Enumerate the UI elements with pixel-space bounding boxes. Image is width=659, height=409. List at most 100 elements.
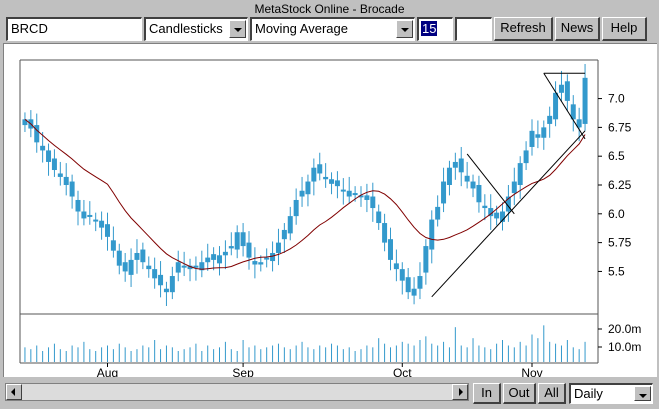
candle-body bbox=[122, 262, 128, 272]
indicator-value: Moving Average bbox=[255, 21, 348, 36]
help-button[interactable]: Help bbox=[602, 17, 647, 41]
candle-body bbox=[393, 263, 399, 270]
candle-body bbox=[405, 277, 411, 293]
volume-tick-label: 10.0m bbox=[608, 340, 641, 354]
candle-body bbox=[399, 269, 405, 281]
news-button[interactable]: News bbox=[555, 17, 600, 41]
period-input[interactable]: 15 bbox=[417, 17, 453, 41]
price-tick-label: 6.25 bbox=[608, 178, 632, 192]
candle-body bbox=[234, 232, 240, 250]
zoom-in-button[interactable]: In bbox=[473, 383, 501, 404]
candle-body bbox=[275, 242, 281, 253]
candle-body bbox=[523, 150, 529, 164]
candle-body bbox=[146, 265, 152, 270]
candle-body bbox=[75, 199, 81, 212]
show-all-button[interactable]: All bbox=[538, 383, 566, 404]
indicator-select[interactable]: Moving Average bbox=[250, 17, 415, 41]
candle-body bbox=[217, 255, 223, 264]
month-tick-label: Sep bbox=[232, 366, 254, 377]
candle-body bbox=[305, 181, 311, 195]
candle-body bbox=[429, 219, 435, 250]
scroll-left-arrow-icon[interactable] bbox=[6, 384, 22, 400]
volume-tick-label: 20.0m bbox=[608, 322, 641, 336]
periodicity-select[interactable]: Daily bbox=[569, 383, 653, 404]
candle-body bbox=[564, 81, 570, 101]
refresh-button[interactable]: Refresh bbox=[494, 17, 553, 41]
candle-body bbox=[87, 214, 93, 217]
candle-body bbox=[252, 261, 258, 265]
candle-body bbox=[270, 252, 276, 262]
candle-body bbox=[152, 269, 158, 279]
candle-body bbox=[193, 265, 199, 268]
candle-body bbox=[529, 130, 535, 147]
candle-body bbox=[476, 185, 482, 203]
candle-body bbox=[246, 242, 252, 258]
candle-body bbox=[287, 216, 293, 234]
candle-body bbox=[99, 220, 105, 228]
candle-body bbox=[175, 262, 181, 273]
candle-body bbox=[558, 84, 564, 93]
candle-body bbox=[299, 190, 305, 197]
chevron-down-icon[interactable] bbox=[634, 386, 651, 401]
candle-body bbox=[46, 150, 52, 162]
candle-body bbox=[376, 211, 382, 224]
price-tick-label: 7.0 bbox=[608, 92, 625, 106]
candle-body bbox=[51, 158, 57, 171]
month-tick-label: Oct bbox=[393, 366, 412, 377]
candle-body bbox=[63, 176, 69, 185]
candle-body bbox=[370, 196, 376, 209]
candle-body bbox=[541, 127, 547, 138]
candle-body bbox=[423, 246, 429, 273]
candle-body bbox=[441, 181, 447, 204]
candle-body bbox=[228, 246, 234, 249]
zoom-out-button[interactable]: Out bbox=[503, 383, 536, 404]
candle-body bbox=[470, 181, 476, 189]
candle-body bbox=[128, 259, 134, 275]
scroll-right-arrow-icon[interactable] bbox=[452, 384, 468, 400]
candle-body bbox=[110, 240, 116, 251]
candle-body bbox=[104, 224, 110, 237]
candle-body bbox=[181, 265, 187, 268]
chart-style-select[interactable]: Candlesticks bbox=[144, 17, 248, 41]
candle-body bbox=[281, 229, 287, 240]
candle-body bbox=[364, 195, 370, 200]
price-tick-label: 6.75 bbox=[608, 120, 632, 134]
month-tick-label: Nov bbox=[521, 366, 542, 377]
candle-body bbox=[69, 181, 75, 197]
month-tick-label: Aug bbox=[97, 366, 118, 377]
chevron-down-icon[interactable] bbox=[396, 20, 413, 38]
candle-body bbox=[547, 115, 553, 124]
candle-body bbox=[93, 219, 99, 222]
candle-body bbox=[411, 288, 417, 296]
candle-body bbox=[494, 212, 500, 219]
trend-line[interactable] bbox=[431, 130, 586, 298]
candle-body bbox=[317, 164, 323, 174]
candle-body bbox=[222, 251, 228, 256]
chart-panel: 7.0 6.75 6.5 6.25 6.0 5.75 5.5 20.0m 10.0m Aug Se… bbox=[3, 43, 657, 380]
chevron-down-icon[interactable] bbox=[229, 20, 246, 38]
candle-body bbox=[464, 175, 470, 182]
symbol-input[interactable]: BRCD bbox=[6, 17, 142, 41]
candle-body bbox=[334, 180, 340, 187]
candle-body bbox=[535, 134, 541, 138]
candle-body bbox=[158, 274, 164, 286]
extra-input[interactable] bbox=[455, 17, 492, 41]
candle-body bbox=[57, 173, 63, 177]
candle-body bbox=[482, 205, 488, 209]
price-tick-label: 5.5 bbox=[608, 264, 625, 278]
price-chart[interactable]: 7.0 6.75 6.5 6.25 6.0 5.75 5.5 20.0m 10.0m Aug Se… bbox=[4, 44, 657, 380]
candle-body bbox=[452, 161, 458, 168]
candle-body bbox=[352, 193, 358, 196]
candle-body bbox=[81, 211, 87, 219]
horizontal-scrollbar[interactable] bbox=[5, 383, 469, 401]
candle-body bbox=[346, 190, 352, 197]
candle-body bbox=[435, 206, 441, 220]
candle-body bbox=[211, 254, 217, 260]
periodicity-value: Daily bbox=[574, 386, 603, 401]
window-title: MetaStock Online - Brocade bbox=[254, 2, 405, 16]
moving-average-line bbox=[24, 118, 586, 270]
candle-body bbox=[169, 276, 175, 293]
candle-body bbox=[446, 167, 452, 185]
candle-body bbox=[140, 249, 146, 263]
candle-body bbox=[134, 252, 140, 260]
